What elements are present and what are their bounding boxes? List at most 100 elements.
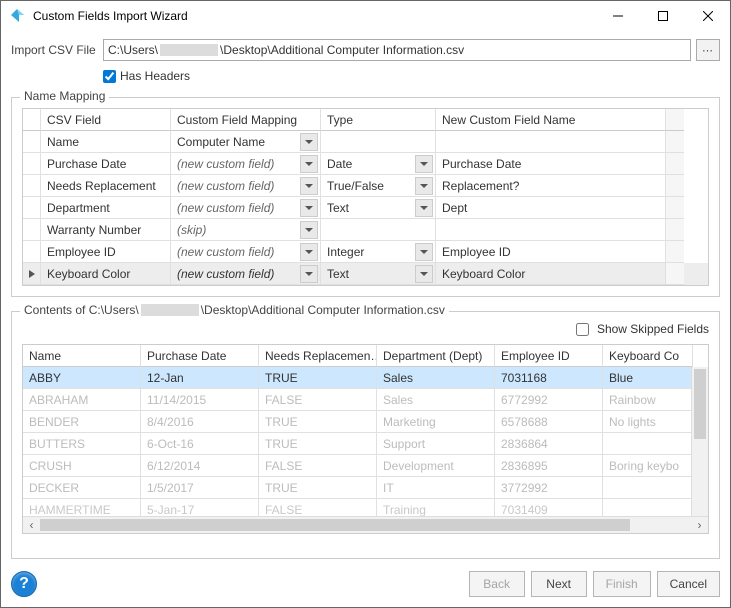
row-indicator-icon <box>23 263 41 285</box>
mapping-table: CSV Field Custom Field Mapping Type New … <box>22 108 709 286</box>
mapping-type-select[interactable]: Text <box>321 197 436 219</box>
mapping-map-select[interactable]: (new custom field) <box>171 175 321 197</box>
import-label: Import CSV File <box>11 43 97 57</box>
contents-needs-cell: TRUE <box>259 367 377 389</box>
help-button[interactable]: ? <box>11 571 37 597</box>
mapping-newname-cell[interactable]: Dept <box>436 197 666 219</box>
mapping-header-csv[interactable]: CSV Field <box>41 109 171 131</box>
mapping-newname-cell[interactable]: Purchase Date <box>436 153 666 175</box>
contents-needs-cell: FALSE <box>259 455 377 477</box>
mapping-map-select[interactable]: (skip) <box>171 219 321 241</box>
contents-dept-cell: Marketing <box>377 411 495 433</box>
mapping-map-select[interactable]: (new custom field) <box>171 263 321 285</box>
mapping-map-select[interactable]: (new custom field) <box>171 153 321 175</box>
cancel-button[interactable]: Cancel <box>657 571 720 597</box>
contents-date-cell: 1/5/2017 <box>141 477 259 499</box>
maximize-button[interactable] <box>640 1 685 31</box>
contents-dept-cell: IT <box>377 477 495 499</box>
mapping-type-select[interactable]: True/False <box>321 175 436 197</box>
mapping-map-select[interactable]: (new custom field) <box>171 241 321 263</box>
contents-row[interactable]: BENDER8/4/2016TRUEMarketing6578688No lig… <box>23 411 708 433</box>
import-path-input[interactable]: C:\Users\ \Desktop\Additional Computer In… <box>103 39 691 61</box>
minimize-button[interactable] <box>595 1 640 31</box>
mapping-newname-cell <box>436 131 666 153</box>
mapping-row[interactable]: Needs Replacement(new custom field)True/… <box>23 175 708 197</box>
contents-table: Name Purchase Date Needs Replacemen… Dep… <box>22 344 709 534</box>
mapping-row[interactable]: Department(new custom field)TextDept <box>23 197 708 219</box>
mapping-header-row: CSV Field Custom Field Mapping Type New … <box>23 109 708 131</box>
contents-dept-cell: Sales <box>377 389 495 411</box>
contents-header-kb[interactable]: Keyboard Co <box>603 345 693 367</box>
mapping-csv-cell: Keyboard Color <box>41 263 171 285</box>
contents-vscroll[interactable] <box>691 367 708 516</box>
hscroll-left-icon[interactable]: ‹ <box>23 517 40 534</box>
contents-row[interactable]: BUTTERS6-Oct-16TRUESupport2836864 <box>23 433 708 455</box>
mapping-row[interactable]: Employee ID(new custom field)IntegerEmpl… <box>23 241 708 263</box>
contents-date-cell: 12-Jan <box>141 367 259 389</box>
contents-header-name[interactable]: Name <box>23 345 141 367</box>
path-prefix: C:\Users\ <box>108 43 158 57</box>
contents-emp-cell: 2836864 <box>495 433 603 455</box>
contents-kb-cell: Boring keybo <box>603 455 693 477</box>
contents-name-cell: CRUSH <box>23 455 141 477</box>
mapping-csv-cell: Department <box>41 197 171 219</box>
mapping-map-select[interactable]: (new custom field) <box>171 197 321 219</box>
mapping-header-map[interactable]: Custom Field Mapping <box>171 109 321 131</box>
contents-row[interactable]: ABRAHAM11/14/2015FALSESales6772992Rainbo… <box>23 389 708 411</box>
contents-emp-cell: 2836895 <box>495 455 603 477</box>
mapping-type-select[interactable]: Date <box>321 153 436 175</box>
contents-header-emp[interactable]: Employee ID <box>495 345 603 367</box>
contents-row[interactable]: ABBY12-JanTRUESales7031168Blue <box>23 367 708 389</box>
titlebar: Custom Fields Import Wizard <box>1 1 730 31</box>
contents-row[interactable]: DECKER1/5/2017TRUEIT3772992 <box>23 477 708 499</box>
mapping-newname-cell[interactable]: Employee ID <box>436 241 666 263</box>
mapping-row[interactable]: NameComputer Name <box>23 131 708 153</box>
contents-header-dept[interactable]: Department (Dept) <box>377 345 495 367</box>
close-button[interactable] <box>685 1 730 31</box>
contents-kb-cell: Blue <box>603 367 693 389</box>
mapping-row[interactable]: Keyboard Color(new custom field)TextKeyb… <box>23 263 708 285</box>
contents-date-cell: 8/4/2016 <box>141 411 259 433</box>
name-mapping-group: Name Mapping CSV Field Custom Field Mapp… <box>11 97 720 297</box>
mapping-row[interactable]: Purchase Date(new custom field)DatePurch… <box>23 153 708 175</box>
contents-dept-cell: Development <box>377 455 495 477</box>
mapping-type-select[interactable]: Text <box>321 263 436 285</box>
contents-emp-cell: 6772992 <box>495 389 603 411</box>
hscroll-right-icon[interactable]: › <box>691 517 708 534</box>
mapping-row[interactable]: Warranty Number(skip) <box>23 219 708 241</box>
app-icon <box>9 8 25 24</box>
mapping-newname-cell[interactable]: Replacement? <box>436 175 666 197</box>
contents-name-cell: BUTTERS <box>23 433 141 455</box>
contents-header-row: Name Purchase Date Needs Replacemen… Dep… <box>23 345 708 367</box>
contents-header-needs[interactable]: Needs Replacemen… <box>259 345 377 367</box>
mapping-type-select[interactable]: Integer <box>321 241 436 263</box>
contents-name-cell: DECKER <box>23 477 141 499</box>
show-skipped-row[interactable]: Show Skipped Fields <box>576 322 709 336</box>
mapping-newname-cell <box>436 219 666 241</box>
contents-row[interactable]: CRUSH6/12/2014FALSEDevelopment2836895Bor… <box>23 455 708 477</box>
contents-kb-cell: No lights <box>603 411 693 433</box>
contents-emp-cell: 7031168 <box>495 367 603 389</box>
contents-dept-cell: Sales <box>377 367 495 389</box>
mapping-csv-cell: Purchase Date <box>41 153 171 175</box>
mapping-header-type[interactable]: Type <box>321 109 436 131</box>
mapping-header-new[interactable]: New Custom Field Name <box>436 109 666 131</box>
contents-header-date[interactable]: Purchase Date <box>141 345 259 367</box>
mapping-map-select[interactable]: Computer Name <box>171 131 321 153</box>
mapping-newname-cell[interactable]: Keyboard Color <box>436 263 666 285</box>
contents-name-cell: ABRAHAM <box>23 389 141 411</box>
show-skipped-checkbox[interactable] <box>576 323 589 336</box>
mapping-csv-cell: Needs Replacement <box>41 175 171 197</box>
contents-kb-cell <box>603 477 693 499</box>
next-button[interactable]: Next <box>531 571 587 597</box>
contents-hscroll[interactable]: ‹ › <box>23 516 708 533</box>
path-suffix: \Desktop\Additional Computer Information… <box>220 43 464 57</box>
contents-date-cell: 6/12/2014 <box>141 455 259 477</box>
mapping-type-select <box>321 219 436 241</box>
back-button[interactable]: Back <box>469 571 525 597</box>
finish-button[interactable]: Finish <box>593 571 651 597</box>
browse-button[interactable]: ⋯ <box>696 39 720 61</box>
show-skipped-label: Show Skipped Fields <box>597 322 709 336</box>
has-headers-checkbox[interactable] <box>103 70 116 83</box>
mapping-csv-cell: Employee ID <box>41 241 171 263</box>
